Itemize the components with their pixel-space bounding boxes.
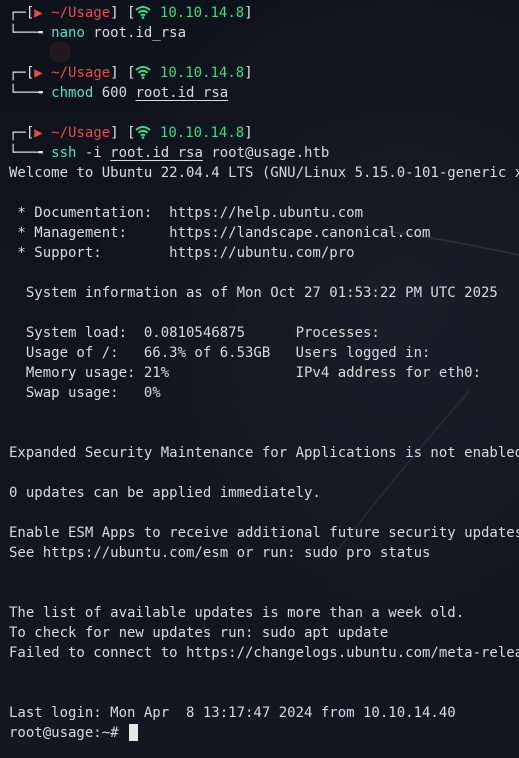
play-triangle-icon: ▶ xyxy=(34,65,43,81)
output-line: Last login: Mon Apr 8 13:17:47 2024 from… xyxy=(9,705,456,721)
output-line: Failed to connect to https://changelogs.… xyxy=(9,645,519,661)
terminal-window[interactable]: ┌─[▶ ~/Usage] [ 10.10.14.8] └──╼ nano ro… xyxy=(0,0,519,758)
command-name: chmod xyxy=(51,85,94,101)
wifi-icon xyxy=(135,6,152,19)
prompt-ip: 10.10.14.8 xyxy=(159,125,245,141)
command-args: 600 xyxy=(93,85,136,101)
play-triangle-icon: ▶ xyxy=(34,125,43,141)
output-line: The list of available updates is more th… xyxy=(9,605,465,621)
prompt-header: ┌─[▶ ~/Usage] [ 10.10.14.8] xyxy=(9,125,253,141)
prompt-header: ┌─[▶ ~/Usage] [ 10.10.14.8] xyxy=(9,5,253,21)
prompt-path: ~/Usage xyxy=(51,5,111,21)
prompt-ip: 10.10.14.8 xyxy=(159,5,245,21)
prompt-header: ┌─[▶ ~/Usage] [ 10.10.14.8] xyxy=(9,65,253,81)
command-args: -i xyxy=(76,145,111,161)
output-line: See https://ubuntu.com/esm or run: sudo … xyxy=(9,545,431,561)
prompt-path: ~/Usage xyxy=(51,125,111,141)
command-line: └──╼ nano root.id_rsa xyxy=(9,25,187,41)
output-line: * Documentation: https://help.ubuntu.com xyxy=(9,205,364,221)
output-line: * Support: https://ubuntu.com/pro xyxy=(9,245,355,261)
wifi-icon xyxy=(135,66,152,79)
play-triangle-icon: ▶ xyxy=(34,5,43,21)
output-line: System information as of Mon Oct 27 01:5… xyxy=(9,285,498,301)
command-name: ssh xyxy=(51,145,77,161)
text-cursor[interactable] xyxy=(129,724,139,741)
output-line: * Management: https://landscape.canonica… xyxy=(9,225,431,241)
output-line: Welcome to Ubuntu 22.04.4 LTS (GNU/Linux… xyxy=(9,165,519,181)
command-line: └──╼ ssh -i root.id_rsa root@usage.htb xyxy=(9,145,330,161)
output-line: Expanded Security Maintenance for Applic… xyxy=(9,445,519,461)
terminal-output: ┌─[▶ ~/Usage] [ 10.10.14.8] └──╼ nano ro… xyxy=(9,3,519,743)
output-line: Memory usage: 21% IPv4 address for eth0: xyxy=(9,365,482,381)
command-args-tail: root@usage.htb xyxy=(202,145,330,161)
output-line: Swap usage: 0% xyxy=(9,385,161,401)
prompt-path: ~/Usage xyxy=(51,65,111,81)
output-line: System load: 0.0810546875 Processes: xyxy=(9,325,380,341)
output-line: To check for new updates run: sudo apt u… xyxy=(9,625,389,641)
file-argument: root.id_rsa xyxy=(135,85,229,101)
output-line: Usage of /: 66.3% of 6.53GB Users logged… xyxy=(9,345,431,361)
shell-prompt[interactable]: root@usage:~# xyxy=(9,723,519,743)
command-line: └──╼ chmod 600 root.id_rsa xyxy=(9,85,229,101)
output-line: Enable ESM Apps to receive additional fu… xyxy=(9,525,519,541)
output-line: 0 updates can be applied immediately. xyxy=(9,485,321,501)
command-args: root.id_rsa xyxy=(84,25,187,41)
shell-prompt-text: root@usage:~# xyxy=(9,725,128,741)
file-argument: root.id_rsa xyxy=(110,145,203,161)
prompt-ip: 10.10.14.8 xyxy=(159,65,245,81)
command-name: nano xyxy=(51,25,85,41)
wifi-icon xyxy=(135,126,152,139)
